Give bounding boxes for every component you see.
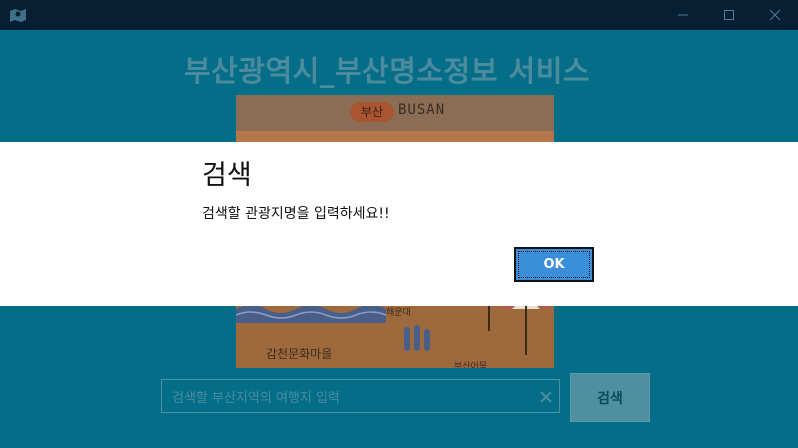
alert-dialog: 검색 검색할 관광지명을 입력하세요!! OK bbox=[0, 142, 798, 306]
ok-button[interactable]: OK bbox=[514, 247, 594, 282]
dialog-message: 검색할 관광지명을 입력하세요!! bbox=[202, 206, 390, 222]
modal-overlay: 검색 검색할 관광지명을 입력하세요!! OK bbox=[0, 0, 798, 448]
dialog-title: 검색 bbox=[202, 160, 252, 191]
